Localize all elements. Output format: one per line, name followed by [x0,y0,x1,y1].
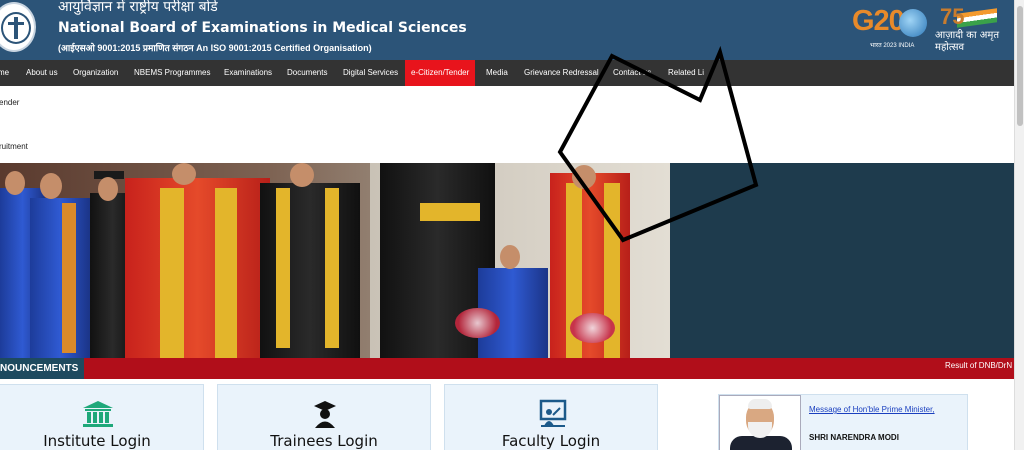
prime-minister-message-link[interactable]: Message of Hon'ble Prime Minister, [809,405,935,414]
teacher-board-icon [539,399,567,427]
faculty-login-label: Faculty Login [501,432,601,450]
trainees-login-card[interactable]: Trainees Login [217,384,431,450]
prime-minister-photo [719,395,801,450]
institute-login-card[interactable]: Institute Login [0,384,204,450]
announcement-ticker-text[interactable]: Result of DNB/DrN [945,358,1012,379]
prime-minister-name: SHRI NARENDRA MODI [809,433,899,442]
institute-login-label: Institute Login [43,432,151,450]
page-scrollbar[interactable] [1014,0,1024,450]
announcements-label: NOUNCEMENTS [0,358,85,379]
prime-minister-message-card: Message of Hon'ble Prime Minister, SHRI … [718,394,968,450]
graduate-icon [314,401,336,428]
pm-photo-coat [730,436,792,450]
faculty-login-card[interactable]: Faculty Login [444,384,658,450]
pm-photo-hair [748,399,772,409]
announcements-bar: NOUNCEMENTS Result of DNB/DrN [0,358,1014,379]
trainees-login-label: Trainees Login [270,432,378,450]
scrollbar-thumb[interactable] [1017,6,1023,126]
institution-icon [83,401,113,427]
